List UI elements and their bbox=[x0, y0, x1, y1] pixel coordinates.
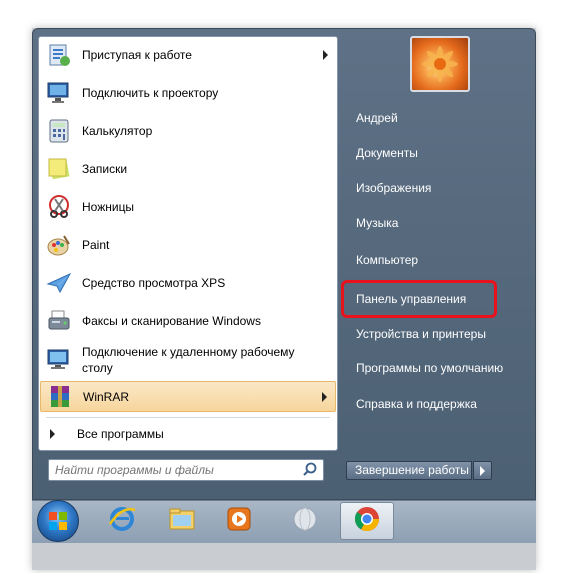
program-winrar[interactable]: WinRAR bbox=[40, 381, 336, 412]
program-getting-started[interactable]: Приступая к работе bbox=[40, 38, 336, 72]
right-item-pictures[interactable]: Изображения bbox=[356, 178, 431, 198]
program-snipping-tool[interactable]: Ножницы bbox=[40, 190, 336, 224]
internet-explorer-icon bbox=[107, 504, 137, 539]
user-avatar[interactable] bbox=[410, 36, 470, 92]
right-item-documents[interactable]: Документы bbox=[356, 143, 418, 163]
media-player-icon bbox=[224, 504, 254, 539]
fax-scanner-icon bbox=[44, 306, 74, 336]
program-calculator[interactable]: Калькулятор bbox=[40, 114, 336, 148]
right-item-computer[interactable]: Компьютер bbox=[356, 250, 418, 270]
divider bbox=[46, 417, 330, 418]
remote-desktop-icon bbox=[44, 345, 74, 375]
program-label: Приступая к работе bbox=[82, 48, 192, 62]
program-label: Paint bbox=[82, 238, 110, 252]
projector-icon bbox=[44, 78, 74, 108]
program-label: Записки bbox=[82, 162, 128, 176]
right-item-default-programs[interactable]: Программы по умолчанию bbox=[356, 358, 503, 378]
xps-viewer-icon bbox=[44, 268, 74, 298]
sticky-notes-icon bbox=[44, 154, 74, 184]
program-label: WinRAR bbox=[83, 389, 130, 404]
program-label: Подключить к проектору bbox=[82, 86, 219, 100]
shutdown-button[interactable]: Завершение работы bbox=[346, 461, 472, 480]
program-paint[interactable]: Paint bbox=[40, 228, 336, 262]
taskbar-ie[interactable] bbox=[95, 502, 149, 540]
all-programs-label: Все программы bbox=[77, 427, 164, 441]
program-label: Средство просмотра XPS bbox=[82, 276, 226, 290]
winrar-icon bbox=[45, 382, 75, 412]
search-input[interactable] bbox=[49, 462, 301, 478]
start-orb[interactable] bbox=[37, 500, 79, 542]
right-item-help-support[interactable]: Справка и поддержка bbox=[356, 394, 477, 414]
taskbar-explorer[interactable] bbox=[155, 502, 209, 540]
program-fax-scan[interactable]: Факсы и сканирование Windows bbox=[40, 304, 336, 338]
program-label: Калькулятор bbox=[82, 124, 153, 138]
submenu-arrow-icon[interactable] bbox=[322, 392, 327, 402]
expand-arrow-icon bbox=[50, 429, 55, 439]
program-label-line2: столу bbox=[82, 361, 113, 375]
globe-icon bbox=[290, 504, 320, 539]
program-label: Подключение к удаленному рабочему столу bbox=[82, 344, 295, 376]
paint-palette-icon bbox=[44, 230, 74, 260]
submenu-arrow-icon[interactable] bbox=[323, 50, 328, 60]
program-label: Ножницы bbox=[82, 200, 135, 214]
search-box[interactable] bbox=[48, 459, 324, 481]
search-icon[interactable] bbox=[301, 461, 319, 479]
file-explorer-icon bbox=[167, 504, 197, 539]
taskbar-chrome[interactable] bbox=[340, 502, 394, 540]
scissors-icon bbox=[44, 192, 74, 222]
taskbar-globe[interactable] bbox=[278, 502, 332, 540]
all-programs-button[interactable]: Все программы bbox=[40, 423, 336, 445]
program-label-line1: Подключение к удаленному рабочему bbox=[82, 345, 295, 359]
taskbar-media-player[interactable] bbox=[212, 502, 266, 540]
right-item-user[interactable]: Андрей bbox=[356, 108, 398, 128]
calculator-icon bbox=[44, 116, 74, 146]
shutdown-options-arrow-icon[interactable] bbox=[473, 461, 492, 480]
program-label: Факсы и сканирование Windows bbox=[82, 314, 261, 328]
program-remote-desktop[interactable]: Подключение к удаленному рабочему столу bbox=[40, 342, 336, 378]
highlight-box bbox=[341, 280, 497, 318]
program-xps-viewer[interactable]: Средство просмотра XPS bbox=[40, 266, 336, 300]
getting-started-icon bbox=[44, 40, 74, 70]
right-item-devices-printers[interactable]: Устройства и принтеры bbox=[356, 324, 486, 344]
right-item-music[interactable]: Музыка bbox=[356, 213, 398, 233]
program-projector[interactable]: Подключить к проектору bbox=[40, 76, 336, 110]
program-sticky-notes[interactable]: Записки bbox=[40, 152, 336, 186]
chrome-icon bbox=[352, 504, 382, 539]
